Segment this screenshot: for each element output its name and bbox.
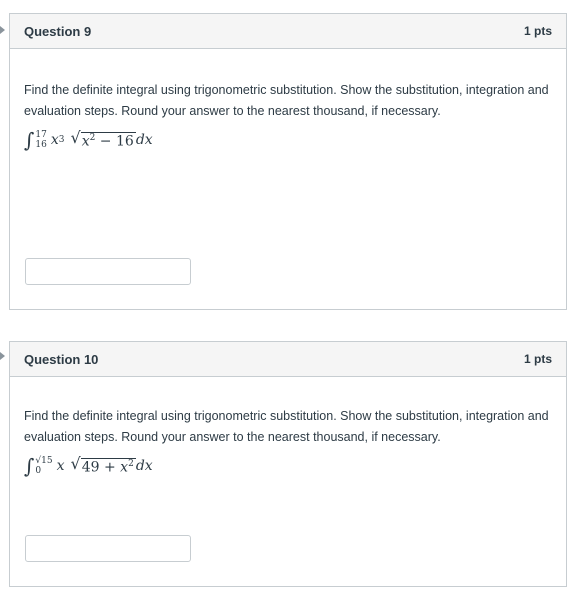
- question-header: Question 9 1 pts: [10, 14, 566, 49]
- question-card: Question 10 1 pts Find the definite inte…: [9, 341, 567, 587]
- integral-sign-icon: ∫: [24, 128, 35, 152]
- radicand-exponent: 2: [128, 459, 134, 470]
- question-points: 1 pts: [523, 24, 552, 38]
- question-text: Find the definite integral using trigono…: [24, 83, 549, 118]
- square-root: √ 49 + x2: [71, 456, 136, 476]
- upper-limit: 17: [35, 130, 47, 140]
- square-root: √ x2 − 16: [71, 130, 136, 150]
- integral-sign-icon: ∫: [24, 454, 35, 478]
- question-card: Question 9 1 pts Find the definite integ…: [9, 13, 567, 310]
- integrand-factor: x: [50, 132, 59, 148]
- answer-input[interactable]: [25, 258, 191, 285]
- radicand-variable: x: [120, 459, 129, 476]
- lower-limit: 16: [35, 140, 47, 150]
- radical-icon: √: [70, 128, 81, 148]
- answer-input[interactable]: [25, 535, 191, 562]
- differential: dx: [135, 458, 153, 474]
- integrand-exponent: 3: [58, 135, 65, 145]
- question-text: Find the definite integral using trigono…: [24, 409, 549, 444]
- question-title: Question 9: [24, 23, 92, 39]
- radicand-variable: x: [81, 133, 90, 150]
- radicand-constant: 49 +: [81, 459, 121, 476]
- question-title: Question 10: [24, 351, 99, 367]
- lower-limit: 0: [35, 466, 42, 476]
- question-marker-icon: [0, 352, 5, 360]
- integral-expression: ∫ 17 16 x3 √ x2 − 16 dx: [24, 130, 153, 150]
- radicand-constant: − 16: [95, 133, 134, 150]
- question-header: Question 10 1 pts: [10, 342, 566, 377]
- differential: dx: [135, 132, 153, 148]
- radical-icon: √: [70, 454, 81, 474]
- question-marker-icon: [0, 26, 5, 34]
- question-points: 1 pts: [523, 352, 552, 366]
- integral-expression: ∫ √15 0 x √ 49 + x2 dx: [24, 456, 153, 476]
- integrand-factor: x: [56, 458, 65, 474]
- upper-limit: √15: [35, 456, 53, 466]
